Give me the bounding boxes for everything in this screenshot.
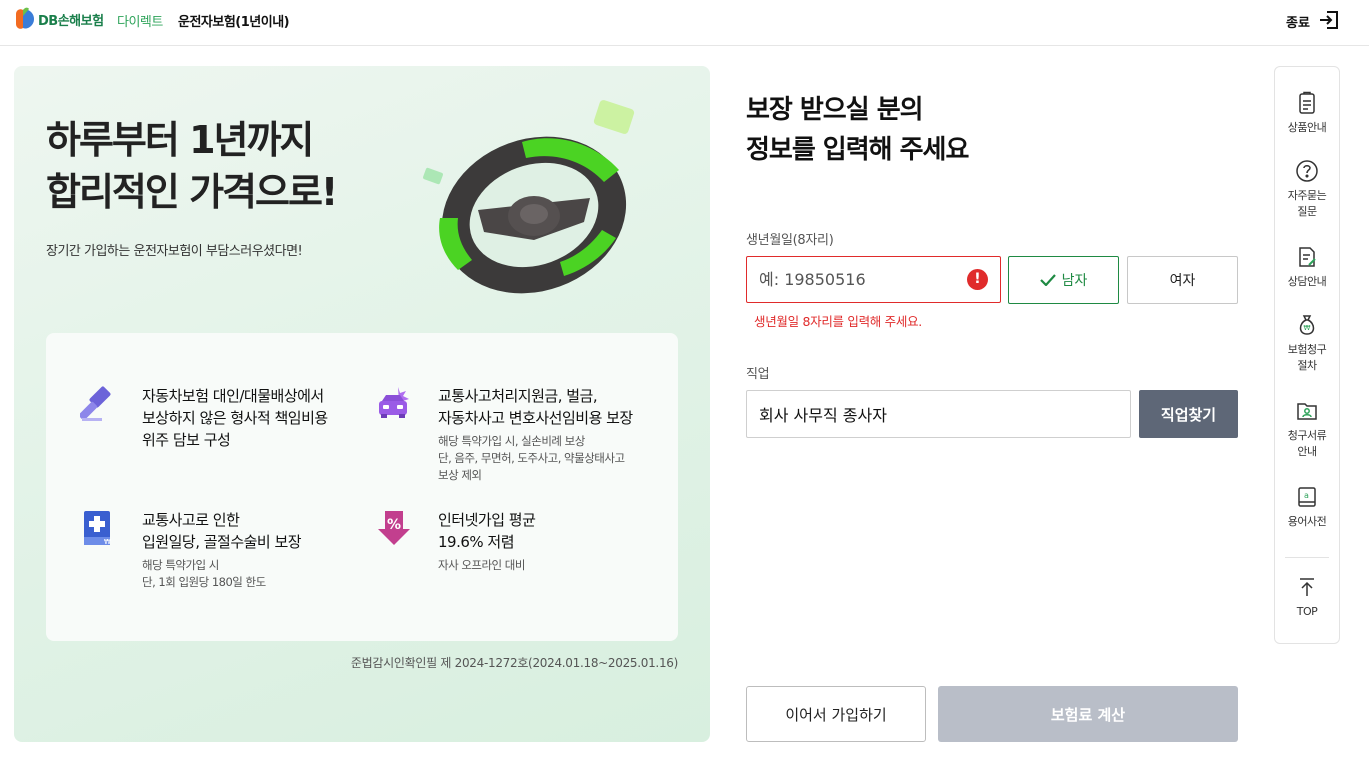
feature-item-criminal-liability: 자동차보험 대인/대물배상에서 보상하지 않은 형사적 책임비용 위주 담보 구… — [80, 385, 360, 465]
form-title: 보장 받으실 분의 정보를 입력해 주세요 — [746, 90, 969, 170]
exit-button[interactable]: 종료 — [1286, 12, 1310, 31]
feature-description: 해당 특약가입 시 단, 1회 입원당 180일 한도 — [142, 558, 266, 589]
svg-text:%: % — [387, 517, 401, 533]
feature-title: 교통사고로 인한 입원일당, 골절수술비 보장 — [142, 511, 302, 551]
form-title-line1: 보장 받으실 분의 — [746, 95, 924, 125]
error-icon: ! — [967, 269, 988, 290]
quick-menu-divider — [1285, 557, 1329, 558]
feature-item-accident-support: 교통사고처리지원금, 벌금, 자동차사고 변호사선임비용 보장 해당 특약가입 … — [376, 385, 666, 495]
svg-text:a: a — [1304, 491, 1309, 500]
feature-description: 해당 특약가입 시, 실손비례 보상 단, 음주, 무면허, 도주사고, 약물상… — [438, 434, 625, 482]
arrow-up-icon — [1300, 578, 1314, 596]
db-logo-icon[interactable] — [14, 6, 36, 32]
svg-text:₩: ₩ — [104, 538, 111, 546]
clipboard-icon — [1299, 91, 1315, 114]
document-edit-icon — [1299, 247, 1316, 267]
hospital-book-icon: ₩ — [84, 511, 111, 546]
birth-date-input[interactable] — [746, 256, 1001, 303]
feature-title: 교통사고처리지원금, 벌금, 자동차사고 변호사선임비용 보장 — [438, 387, 633, 427]
steering-wheel-icon — [423, 100, 635, 294]
birth-date-error-message: 생년월일 8자리를 입력해 주세요. — [754, 314, 922, 329]
find-job-button[interactable]: 직업찾기 — [1139, 390, 1238, 438]
quick-menu-dictionary[interactable]: a 용어사전 — [1275, 485, 1339, 530]
continue-signup-button[interactable]: 이어서 가입하기 — [746, 686, 926, 742]
quick-menu-consultation[interactable]: 상담안내 — [1275, 245, 1339, 290]
birth-date-label: 생년월일(8자리) — [746, 233, 834, 248]
quick-menu-product-info[interactable]: 상품안내 — [1275, 91, 1339, 136]
promo-headline: 하루부터 1년까지 합리적인 가격으로! — [46, 114, 338, 218]
checkmark-icon — [1039, 274, 1056, 286]
quick-menu-claim-process[interactable]: ₩ 보험청구 절차 — [1275, 313, 1339, 374]
money-bag-icon: ₩ — [1299, 315, 1315, 335]
promo-banner: 하루부터 1년까지 합리적인 가격으로! 장기간 가입하는 운전자보험이 부담스… — [14, 66, 710, 742]
quick-menu-claim-documents[interactable]: 청구서류 안내 — [1275, 399, 1339, 460]
calculate-premium-button[interactable]: 보험료 계산 — [938, 686, 1238, 742]
compliance-approval-text: 준법감시인확인필 제 2024-1272호(2024.01.18~2025.01… — [350, 656, 678, 670]
question-icon — [1296, 160, 1318, 182]
feature-title: 자동차보험 대인/대물배상에서 보상하지 않은 형사적 책임비용 위주 담보 구… — [142, 387, 328, 449]
exit-icon[interactable] — [1318, 9, 1340, 31]
folder-person-icon — [1297, 403, 1317, 420]
promo-subtitle: 장기간 가입하는 운전자보험이 부담스러우셨다면! — [46, 244, 303, 259]
feature-box: 자동차보험 대인/대물배상에서 보상하지 않은 형사적 책임비용 위주 담보 구… — [46, 333, 678, 641]
feature-item-online-discount: % 인터넷가입 평균 19.6% 저렴 자사 오프라인 대비 — [376, 509, 656, 589]
dictionary-icon: a — [1298, 487, 1316, 507]
page-title: 운전자보험(1년이내) — [178, 15, 290, 30]
quick-menu-faq[interactable]: 자주묻는 질문 — [1275, 159, 1339, 220]
car-accident-icon — [379, 387, 409, 418]
job-input[interactable] — [746, 390, 1131, 438]
job-label: 직업 — [746, 367, 770, 382]
discount-arrow-icon: % — [378, 511, 410, 545]
gender-female-button[interactable]: 여자 — [1127, 256, 1238, 304]
feature-title: 인터넷가입 평균 19.6% 저렴 — [438, 511, 536, 551]
feature-item-hospitalization: ₩ 교통사고로 인한 입원일당, 골절수술비 보장 해당 특약가입 시 단, 1… — [80, 509, 360, 599]
svg-text:₩: ₩ — [1304, 324, 1311, 332]
gender-male-label: 남자 — [1061, 273, 1088, 289]
gender-male-button[interactable]: 남자 — [1008, 256, 1119, 304]
brand-sub: 다이렉트 — [117, 15, 163, 30]
form-title-line2: 정보를 입력해 주세요 — [746, 135, 969, 165]
brand-name[interactable]: DB손해보험 — [38, 10, 104, 29]
gender-female-label: 여자 — [1169, 273, 1196, 289]
gavel-icon — [80, 386, 111, 421]
promo-headline-line1: 하루부터 1년까지 — [46, 118, 314, 162]
quick-menu: 상품안내 자주묻는 질문 상담안내 ₩ 보험청구 절차 청구서류 안내 a 용어… — [1274, 66, 1340, 644]
scroll-top-button[interactable]: TOP — [1275, 575, 1339, 620]
feature-description: 자사 오프라인 대비 — [438, 558, 525, 572]
header: DB손해보험 다이렉트 운전자보험(1년이내) 종료 — [0, 0, 1369, 46]
promo-headline-line2: 합리적인 가격으로! — [46, 170, 338, 214]
